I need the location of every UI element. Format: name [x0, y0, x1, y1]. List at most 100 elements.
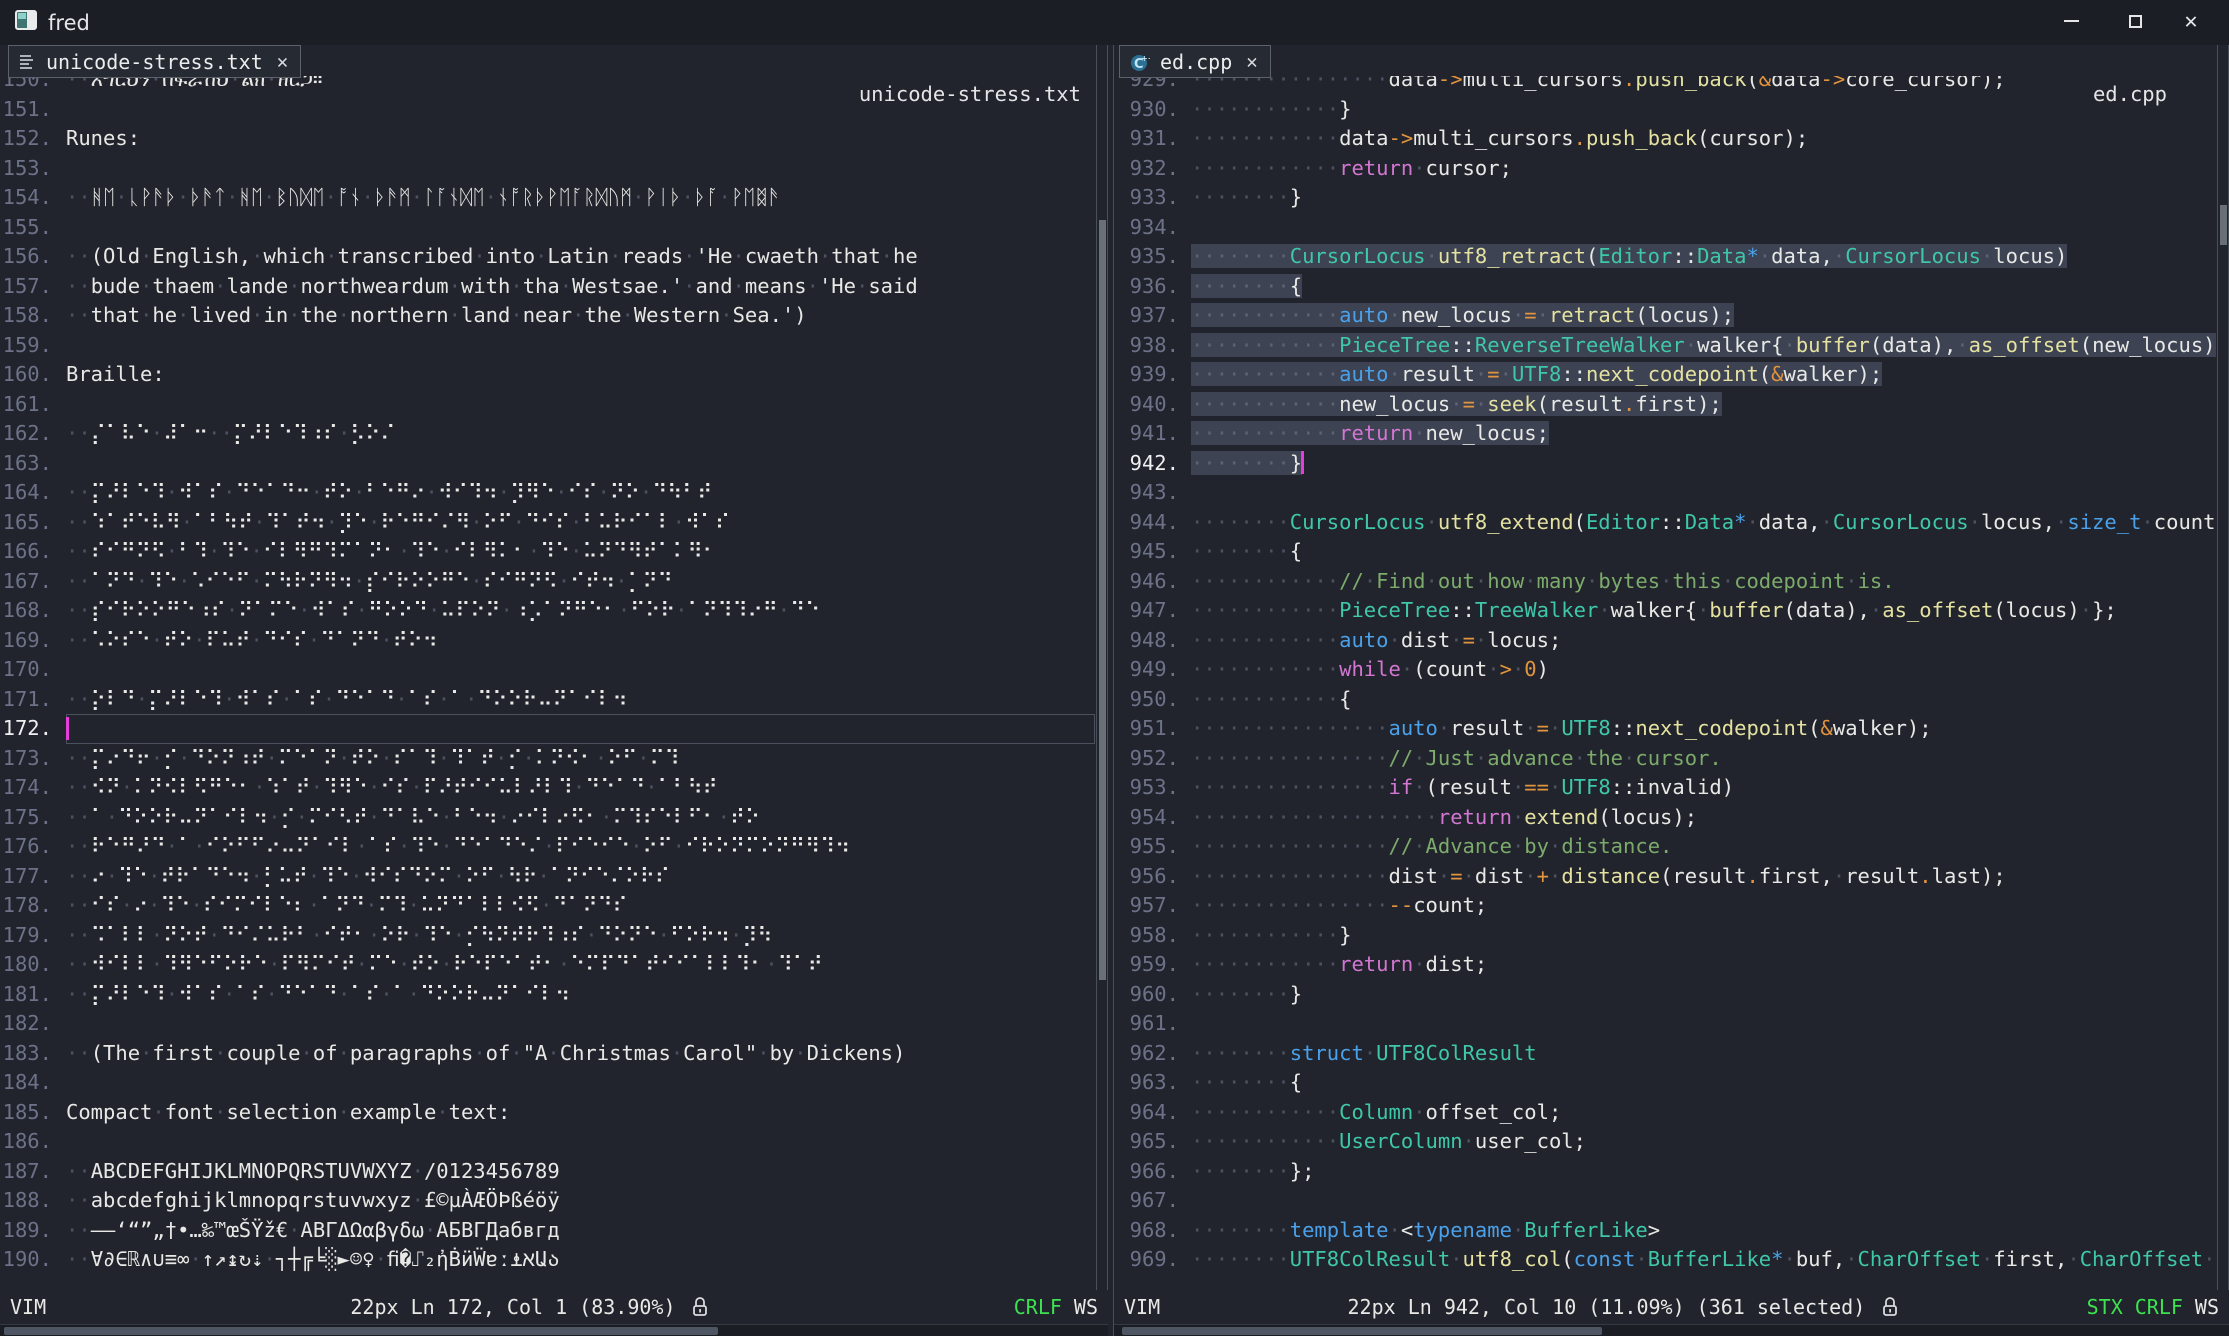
line-text[interactable] [66, 390, 1095, 420]
editor-line[interactable]: 176.··⠗⠑⠛⠜⠙·⠁·⠊⠕⠋⠋⠔⠤⠝⠁⠊⠇·⠁⠎·⠹⠑·⠙⠑⠁⠙⠑⠌·⠏⠊… [0, 832, 1095, 862]
line-text[interactable] [66, 1068, 1095, 1098]
editor-line[interactable]: 187.··ABCDEFGHIJKLMNOPQRSTUVWXYZ·/012345… [0, 1157, 1095, 1187]
editor-line[interactable]: 951.················auto·result·=·UTF8::… [1114, 714, 2216, 744]
line-text[interactable]: ··that·he·lived·in·the·northern·land·nea… [66, 301, 1095, 331]
line-text[interactable]: ··⡎⠊⠗⠕⠕⠛⠑⠰⠎·⠝⠁⠍⠑·⠺⠁⠎·⠛⠕⠕⠙·⠥⠏⠕⠝·⠰⡡⠁⠝⠛⠑⠂·⠋… [66, 596, 1095, 626]
editor-line[interactable]: 957.················--count; [1114, 891, 2216, 921]
editor-line[interactable]: 174.··⠪⠝·⠅⠝⠪⠇⠫⠛⠑⠂·⠱⠁⠞·⠹⠻⠑·⠊⠎·⠏⠜⠞⠊⠊⠥⠇⠜⠇⠹·… [0, 773, 1095, 803]
tab-unicode-stress[interactable]: unicode-stress.txt ✕ [8, 45, 301, 78]
line-text[interactable]: ················//·Just·advance·the·curs… [1191, 744, 2216, 774]
editor-line[interactable]: 170. [0, 655, 1095, 685]
scrollbar-thumb[interactable] [4, 1327, 718, 1335]
editor-line[interactable]: 930.············} [1114, 95, 2216, 125]
line-text[interactable]: ··⠎⠊⠛⠝⠫·⠃⠹·⠹⠑·⠊⠇⠻⠛⠹⠍⠁⠝⠂·⠹⠑·⠊⠇⠻⠅⠂·⠹⠑·⠥⠝⠙⠻… [66, 537, 1095, 567]
editor-line[interactable]: 956.················dist·=·dist·+·distan… [1114, 862, 2216, 892]
editor-line[interactable]: 931.············data->multi_cursors.push… [1114, 124, 2216, 154]
editor-line[interactable]: 954.····················return·extend(lo… [1114, 803, 2216, 833]
line-text[interactable]: ········struct·UTF8ColResult [1191, 1039, 2216, 1069]
left-editor-content[interactable]: 150.··እግርህን·በፍራሽህ·ልክ·ዘርጋ።151.152.Runes:1… [0, 76, 1095, 1290]
editor-line[interactable]: 941.············return·new_locus; [1114, 419, 2216, 449]
editor-line[interactable]: 162.··⡌⠁⠧⠑·⠼⠁⠒··⡍⠜⠇⠑⠹⠰⠎·⡣⠕⠌ [0, 419, 1095, 449]
line-text[interactable]: ············return·dist; [1191, 950, 2216, 980]
left-horizontal-scrollbar[interactable] [0, 1324, 1108, 1336]
editor-line[interactable]: 945.········{ [1114, 537, 2216, 567]
line-text[interactable]: ··⠩⠁⠇⠇·⠝⠕⠞·⠙⠊⠌⠥⠗⠃·⠊⠞⠂·⠕⠗·⠹⠑·⡊⠳⠝⠞⠗⠹⠰⠎·⠙⠕⠝… [66, 921, 1095, 951]
editor-line[interactable]: 164.··⡍⠜⠇⠑⠹·⠺⠁⠎·⠙⠑⠁⠙⠒·⠞⠕·⠃⠑⠛⠔·⠺⠊⠹⠲·⡹⠻⠑·⠊… [0, 478, 1095, 508]
editor-line[interactable]: 952.················//·Just·advance·the·… [1114, 744, 2216, 774]
line-text[interactable] [66, 1127, 1095, 1157]
editor-line[interactable]: 936.········{ [1114, 272, 2216, 302]
line-text[interactable]: Braille: [66, 360, 1095, 390]
editor-line[interactable]: 178.··⠊⠎·⠔·⠹⠑·⠎⠊⠍⠊⠇⠑⠆·⠁⠝⠙·⠍⠹·⠥⠝⠙⠁⠇⠇⠪⠫·⠙⠁… [0, 891, 1095, 921]
editor-line[interactable]: 183.··(The·first·couple·of·paragraphs·of… [0, 1039, 1095, 1069]
editor-line[interactable]: 962.········struct·UTF8ColResult [1114, 1039, 2216, 1069]
editor-line[interactable]: 160.Braille: [0, 360, 1095, 390]
right-horizontal-scrollbar[interactable] [1114, 1324, 2229, 1336]
line-text[interactable]: ··(The·first·couple·of·paragraphs·of·"A·… [66, 1039, 1095, 1069]
line-text[interactable] [66, 714, 1095, 744]
line-text[interactable]: ··ᚻᛖ·ᚳᚹᚫᚦ·ᚦᚫᛏ·ᚻᛖ·ᛒᚢᛞᛖ·ᚩᚾ·ᚦᚫᛗ·ᛚᚪᚾᛞᛖ·ᚾᚩᚱᚦᚹ… [66, 183, 1095, 213]
editor-line[interactable]: 177.··⠔·⠹⠑·⠞⠗⠁⠙⠑⠲·⡃⠥⠞·⠹⠑·⠺⠊⠎⠙⠕⠍·⠕⠋·⠳⠗·⠁⠝… [0, 862, 1095, 892]
editor-line[interactable]: 934. [1114, 213, 2216, 243]
editor-line[interactable]: 944.········CursorLocus·utf8_extend(Edit… [1114, 508, 2216, 538]
editor-line[interactable]: 933.········} [1114, 183, 2216, 213]
tab-ed-cpp[interactable]: C ++ ed.cpp ✕ [1119, 45, 1271, 78]
editor-line[interactable]: 959.············return·dist; [1114, 950, 2216, 980]
editor-line[interactable]: 154.··ᚻᛖ·ᚳᚹᚫᚦ·ᚦᚫᛏ·ᚻᛖ·ᛒᚢᛞᛖ·ᚩᚾ·ᚦᚫᛗ·ᛚᚪᚾᛞᛖ·ᚾ… [0, 183, 1095, 213]
editor-line[interactable]: 953.················if·(result·==·UTF8::… [1114, 773, 2216, 803]
line-text[interactable]: ········CursorLocus·utf8_extend(Editor::… [1191, 508, 2216, 538]
line-text[interactable]: ············return·cursor; [1191, 154, 2216, 184]
line-text[interactable]: ··⠗⠑⠛⠜⠙·⠁·⠊⠕⠋⠋⠔⠤⠝⠁⠊⠇·⠁⠎·⠹⠑·⠙⠑⠁⠙⠑⠌·⠏⠊⠑⠊⠑·… [66, 832, 1095, 862]
tab-close-icon[interactable]: ✕ [277, 51, 288, 73]
editor-line[interactable]: 961. [1114, 1009, 2216, 1039]
editor-line[interactable]: 167.··⠁⠝⠙·⠹⠑·⠡⠊⠑⠋·⠍⠳⠗⠝⠻⠲·⡎⠊⠗⠕⠕⠛⠑·⠎⠊⠛⠝⠫·⠊… [0, 567, 1095, 597]
editor-line[interactable]: 186. [0, 1127, 1095, 1157]
right-vertical-scrollbar[interactable] [2217, 45, 2229, 1324]
tab-close-icon[interactable]: ✕ [1246, 51, 1257, 73]
line-text[interactable]: ············auto·new_locus·=·retract(loc… [1191, 301, 2216, 331]
editor-line[interactable]: 168.··⡎⠊⠗⠕⠕⠛⠑⠰⠎·⠝⠁⠍⠑·⠺⠁⠎·⠛⠕⠕⠙·⠥⠏⠕⠝·⠰⡡⠁⠝⠛… [0, 596, 1095, 626]
scrollbar-thumb[interactable] [2220, 205, 2227, 245]
line-text[interactable]: ··⠊⠎·⠔·⠹⠑·⠎⠊⠍⠊⠇⠑⠆·⠁⠝⠙·⠍⠹·⠥⠝⠙⠁⠇⠇⠪⠫·⠙⠁⠝⠙⠎ [66, 891, 1095, 921]
line-text[interactable]: ········{ [1191, 1068, 2216, 1098]
line-text[interactable]: ············while·(count·>·0) [1191, 655, 2216, 685]
line-text[interactable]: ················dist·=·dist·+·distance(r… [1191, 862, 2216, 892]
line-text[interactable]: ··bude·thaem·lande·northweardum·with·tha… [66, 272, 1095, 302]
editor-line[interactable]: 185.Compact·font·selection·example·text: [0, 1098, 1095, 1128]
editor-line[interactable]: 152.Runes: [0, 124, 1095, 154]
line-text[interactable]: ··⠔·⠹⠑·⠞⠗⠁⠙⠑⠲·⡃⠥⠞·⠹⠑·⠺⠊⠎⠙⠕⠍·⠕⠋·⠳⠗·⠁⠝⠊⠑⠌⠕… [66, 862, 1095, 892]
line-text[interactable]: ········} [1191, 980, 2216, 1010]
line-text[interactable] [1191, 213, 2216, 243]
editor-line[interactable]: 935.········CursorLocus·utf8_retract(Edi… [1114, 242, 2216, 272]
line-text[interactable] [66, 655, 1095, 685]
line-text[interactable]: ············data->multi_cursors.push_bac… [1191, 124, 2216, 154]
line-text[interactable]: ········{ [1191, 537, 2216, 567]
editor-line[interactable]: 937.············auto·new_locus·=·retract… [1114, 301, 2216, 331]
line-text[interactable]: ············return·new_locus; [1191, 419, 2216, 449]
line-text[interactable]: ················auto·result·=·UTF8::next… [1191, 714, 2216, 744]
line-text[interactable]: ··⡕⠇⠙·⡍⠜⠇⠑⠹·⠺⠁⠎·⠁⠎·⠙⠑⠁⠙·⠁⠎·⠁·⠙⠕⠕⠗⠤⠝⠁⠊⠇⠲ [66, 685, 1095, 715]
editor-line[interactable]: 182. [0, 1009, 1095, 1039]
editor-line[interactable]: 949.············while·(count·>·0) [1114, 655, 2216, 685]
editor-line[interactable]: 958.············} [1114, 921, 2216, 951]
editor-line[interactable]: 161. [0, 390, 1095, 420]
minimize-button[interactable] [2041, 0, 2101, 42]
editor-line[interactable]: 184. [0, 1068, 1095, 1098]
editor-line[interactable]: 158.··that·he·lived·in·the·northern·land… [0, 301, 1095, 331]
editor-line[interactable]: 929.················data->multi_cursors.… [1114, 76, 2216, 95]
line-text[interactable]: ················//·Advance·by·distance. [1191, 832, 2216, 862]
line-text[interactable]: ··⠪⠝·⠅⠝⠪⠇⠫⠛⠑⠂·⠱⠁⠞·⠹⠻⠑·⠊⠎·⠏⠜⠞⠊⠊⠥⠇⠜⠇⠹·⠙⠑⠁⠙… [66, 773, 1095, 803]
line-text[interactable]: ··(Old·English,·which·transcribed·into·L… [66, 242, 1095, 272]
line-text[interactable] [1191, 478, 2216, 508]
line-text[interactable]: ··abcdefghijklmnopqrstuvwxyz·£©µÀÆÖÞßéöÿ [66, 1186, 1095, 1216]
line-text[interactable]: ··⠱⠁⠞⠑⠧⠻·⠁⠃⠳⠞·⠹⠁⠞⠲·⡹⠑·⠗⠑⠛⠊⠌⠻·⠕⠋·⠙⠊⠎·⠃⠥⠗⠊… [66, 508, 1095, 538]
editor-line[interactable]: 163. [0, 449, 1095, 479]
editor-line[interactable]: 171.··⡕⠇⠙·⡍⠜⠇⠑⠹·⠺⠁⠎·⠁⠎·⠙⠑⠁⠙·⠁⠎·⠁·⠙⠕⠕⠗⠤⠝⠁… [0, 685, 1095, 715]
editor-line[interactable]: 155. [0, 213, 1095, 243]
line-text[interactable]: ················--count; [1191, 891, 2216, 921]
editor-line[interactable]: 960.········} [1114, 980, 2216, 1010]
line-text[interactable]: ··–—‘“”„†•…‰™œŠŸž€·ΑΒΓΔΩαβγδω·АБВГДабвгд [66, 1216, 1095, 1246]
right-editor-content[interactable]: 929.················data->multi_cursors.… [1114, 76, 2216, 1290]
line-text[interactable] [66, 213, 1095, 243]
editor-line[interactable]: 969.········UTF8ColResult·utf8_col(const… [1114, 1245, 2216, 1275]
